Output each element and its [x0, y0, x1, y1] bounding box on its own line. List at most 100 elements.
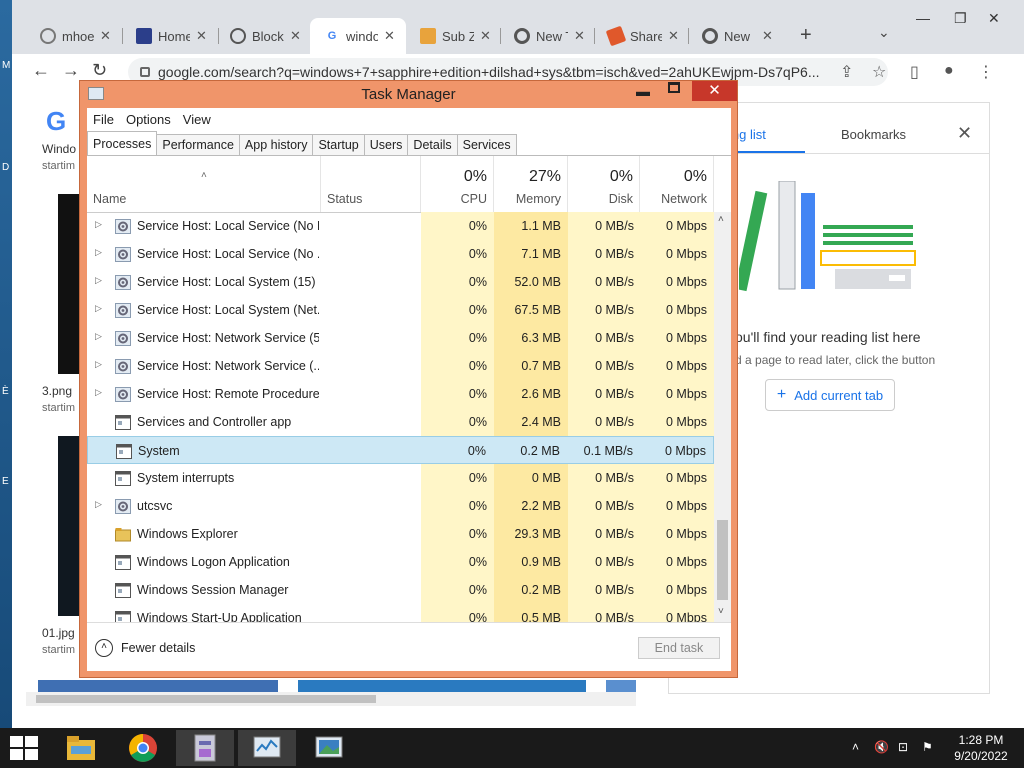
scroll-up-icon[interactable]: ˄: [718, 214, 724, 225]
process-row[interactable]: ▷ Service Host: Local Service (No ... 0% 7.…: [87, 240, 714, 268]
expand-icon[interactable]: ▷: [95, 219, 102, 230]
tab-services[interactable]: Services: [456, 134, 517, 156]
column-network[interactable]: 0% Network: [640, 156, 714, 212]
result-thumbnail[interactable]: [58, 194, 80, 374]
share-icon[interactable]: ⇪: [840, 62, 853, 82]
minimize-icon[interactable]: ▬: [636, 83, 650, 99]
minimize-icon[interactable]: —: [916, 10, 930, 26]
close-tab-icon[interactable]: ✕: [100, 28, 111, 44]
browser-tab-active[interactable]: Gwindo ✕: [310, 18, 406, 54]
process-row[interactable]: ▷ Service Host: Local System (15) 0% 52.0 M…: [87, 268, 714, 296]
expand-icon[interactable]: ▷: [95, 387, 102, 398]
tab-bookmarks[interactable]: Bookmarks: [841, 127, 906, 142]
tab-users[interactable]: Users: [363, 134, 409, 156]
network-icon[interactable]: ⊡: [898, 740, 908, 754]
browser-tab[interactable]: New T ✕: [500, 22, 585, 50]
expand-icon[interactable]: ▷: [95, 499, 102, 510]
expand-icon[interactable]: ▷: [95, 331, 102, 342]
windows-start-icon[interactable]: [10, 736, 38, 760]
close-icon[interactable]: ✕: [692, 81, 737, 101]
fewer-details-button[interactable]: ˄ Fewer details: [95, 639, 195, 657]
installer-icon[interactable]: [176, 730, 234, 766]
column-cpu[interactable]: 0% CPU: [421, 156, 494, 212]
restore-icon[interactable]: ❐: [954, 10, 967, 27]
scrollbar-thumb[interactable]: [36, 695, 376, 703]
browser-tab[interactable]: mhoe ✕: [26, 22, 111, 50]
title-bar[interactable]: Task Manager ▬ ✕: [80, 81, 737, 107]
close-tab-icon[interactable]: ✕: [196, 28, 207, 44]
expand-icon[interactable]: ▷: [95, 275, 102, 286]
close-tab-icon[interactable]: ✕: [668, 28, 679, 44]
tab-app-history[interactable]: App history: [238, 134, 314, 156]
close-tab-icon[interactable]: ✕: [290, 28, 301, 44]
tray-overflow-icon[interactable]: ˄: [852, 740, 859, 754]
file-explorer-icon[interactable]: [52, 730, 110, 766]
result-thumbnail[interactable]: [606, 680, 636, 692]
menu-view[interactable]: View: [183, 112, 211, 127]
menu-icon[interactable]: ⋮: [978, 62, 994, 82]
process-row[interactable]: Windows Explorer 0% 29.3 MB 0 MB/s 0 Mbps: [87, 520, 714, 548]
new-tab-icon[interactable]: +: [800, 24, 812, 47]
process-row[interactable]: System 0% 0.2 MB 0.1 MB/s 0 Mbps: [87, 436, 714, 464]
browser-tab[interactable]: Sub Z ✕: [406, 22, 491, 50]
result-title[interactable]: 01.jpg: [42, 626, 75, 640]
chevron-down-icon[interactable]: ⌄: [878, 24, 890, 41]
vertical-scrollbar[interactable]: ˄ ˅: [714, 212, 731, 622]
result-title[interactable]: 3.png: [42, 384, 72, 398]
menu-options[interactable]: Options: [126, 112, 171, 127]
forward-icon[interactable]: →: [62, 60, 80, 81]
browser-tab[interactable]: Home ✕: [122, 22, 207, 50]
star-icon[interactable]: ☆: [872, 62, 886, 82]
tab-startup[interactable]: Startup: [312, 134, 365, 156]
expand-icon[interactable]: ▷: [95, 303, 102, 314]
column-memory[interactable]: 27% Memory: [494, 156, 568, 212]
chrome-icon[interactable]: [114, 730, 172, 766]
back-icon[interactable]: ←: [32, 60, 50, 81]
close-icon[interactable]: ✕: [988, 10, 1000, 27]
result-title[interactable]: Windo: [42, 142, 76, 156]
expand-icon[interactable]: ▷: [95, 247, 102, 258]
close-tab-icon[interactable]: ✕: [384, 28, 395, 44]
horizontal-scrollbar[interactable]: [26, 692, 636, 706]
column-disk[interactable]: 0% Disk: [568, 156, 640, 212]
expand-icon[interactable]: ▷: [95, 359, 102, 370]
result-thumbnail[interactable]: [38, 680, 278, 692]
close-icon[interactable]: ✕: [957, 123, 972, 144]
profile-icon[interactable]: ●: [944, 62, 954, 80]
volume-muted-icon[interactable]: 🔇: [874, 740, 889, 754]
scrollbar-thumb[interactable]: [717, 520, 728, 600]
tab-performance[interactable]: Performance: [156, 134, 240, 156]
column-name[interactable]: Name: [87, 156, 321, 212]
maximize-icon[interactable]: [668, 82, 680, 93]
system-clock[interactable]: 1:28 PM 9/20/2022: [948, 732, 1014, 764]
close-tab-icon[interactable]: ✕: [762, 28, 773, 44]
menu-file[interactable]: File: [93, 112, 114, 127]
process-row[interactable]: ▷ Service Host: Local Service (No I... 0% 1…: [87, 212, 714, 240]
action-center-icon[interactable]: ⚑: [922, 740, 933, 754]
scroll-down-icon[interactable]: ˅: [718, 606, 724, 617]
side-panel-icon[interactable]: ▯: [910, 62, 919, 82]
end-task-button[interactable]: End task: [638, 637, 720, 659]
process-row[interactable]: Windows Logon Application 0% 0.9 MB 0 MB/s 0…: [87, 548, 714, 576]
photo-viewer-icon[interactable]: [300, 730, 358, 766]
close-tab-icon[interactable]: ✕: [480, 28, 491, 44]
process-row[interactable]: System interrupts 0% 0 MB 0 MB/s 0 Mbps: [87, 464, 714, 492]
tab-details[interactable]: Details: [407, 134, 458, 156]
browser-tab[interactable]: Block ✕: [216, 22, 301, 50]
process-row[interactable]: ▷ Service Host: Local System (Net... 0% 67.…: [87, 296, 714, 324]
process-row[interactable]: Services and Controller app 0% 2.4 MB 0 MB/…: [87, 408, 714, 436]
browser-tab[interactable]: Share ✕: [594, 22, 679, 50]
process-row[interactable]: ▷ Service Host: Network Service (5) 0% 6.3 …: [87, 324, 714, 352]
close-tab-icon[interactable]: ✕: [574, 28, 585, 44]
process-row[interactable]: ▷ Service Host: Network Service (... 0% 0.7…: [87, 352, 714, 380]
result-thumbnail[interactable]: [298, 680, 586, 692]
process-row[interactable]: Windows Start-Up Application 0% 0.5 MB 0 MB…: [87, 604, 714, 622]
tab-processes[interactable]: Processes: [87, 131, 158, 155]
process-row[interactable]: ▷ Service Host: Remote Procedure... 0% 2.6 …: [87, 380, 714, 408]
result-thumbnail[interactable]: [58, 436, 80, 616]
browser-tab[interactable]: New ✕: [688, 22, 773, 50]
reload-icon[interactable]: ↻: [92, 60, 107, 81]
process-row[interactable]: Windows Session Manager 0% 0.2 MB 0 MB/s 0 M…: [87, 576, 714, 604]
add-current-tab-button[interactable]: + Add current tab: [765, 379, 895, 411]
task-manager-icon[interactable]: [238, 730, 296, 766]
